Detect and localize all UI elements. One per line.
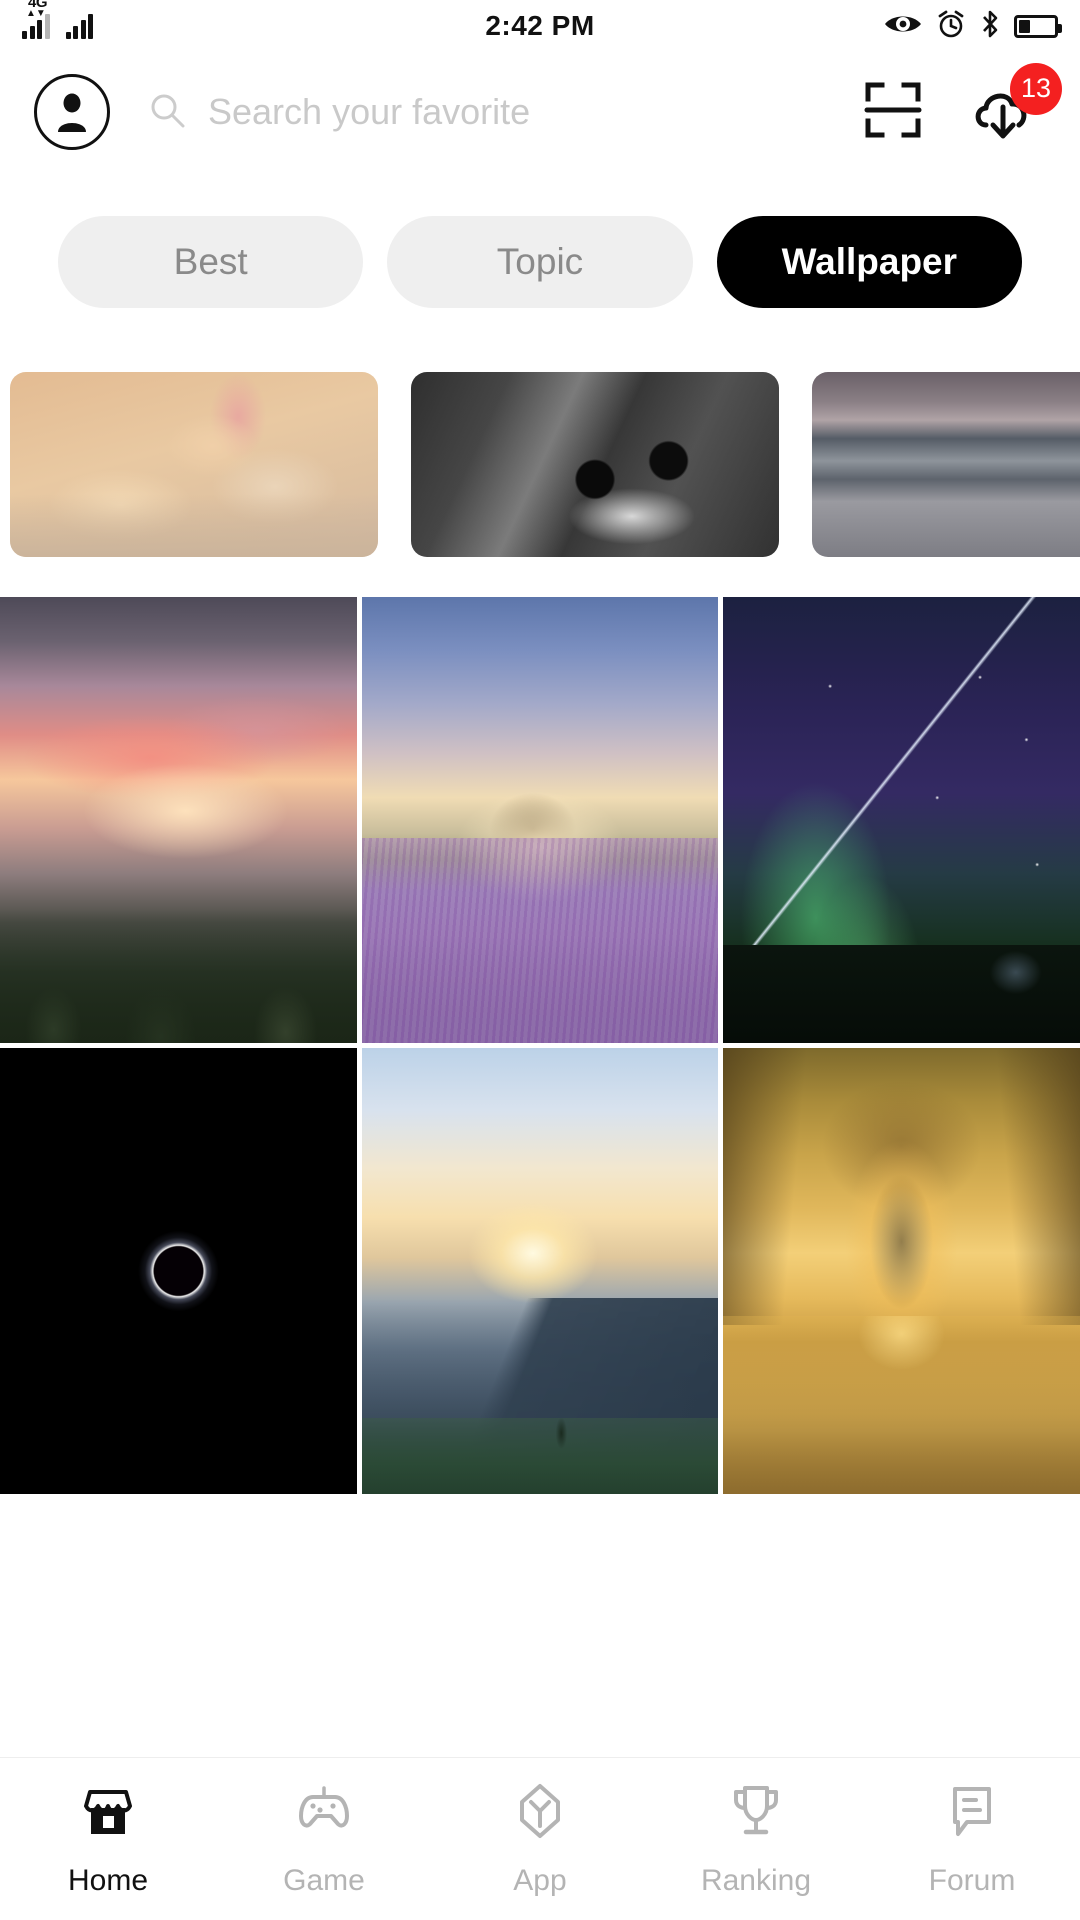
- search-input[interactable]: [208, 91, 862, 133]
- scan-code-icon[interactable]: [862, 79, 924, 146]
- nav-label-home: Home: [67, 1864, 149, 1897]
- nav-label-app: App: [513, 1864, 567, 1897]
- wallpaper-tile-solar-eclipse[interactable]: [0, 1048, 357, 1494]
- header-actions: 13: [862, 62, 1062, 146]
- wallpaper-tile-yosemite-sunset-valley[interactable]: [0, 597, 357, 1043]
- store-icon: [77, 1780, 139, 1847]
- featured-card-cat-sunglasses[interactable]: [411, 372, 779, 557]
- nav-item-app[interactable]: App: [432, 1780, 648, 1898]
- trophy-icon: [725, 1780, 787, 1847]
- nav-label-game: Game: [283, 1864, 365, 1897]
- bottom-navigation-bar: Home Game App Ranking Forum: [0, 1757, 1080, 1920]
- download-count-badge: 13: [1010, 62, 1062, 115]
- tab-best[interactable]: Best: [58, 216, 364, 308]
- app-header: 13: [0, 52, 1080, 172]
- cloud-download-icon[interactable]: 13: [970, 62, 1062, 146]
- nav-item-forum[interactable]: Forum: [864, 1780, 1080, 1898]
- user-avatar-icon[interactable]: [34, 74, 110, 150]
- featured-card-snowy-mountain-lake[interactable]: [812, 372, 1080, 557]
- wallpaper-tile-aurora-night-sky[interactable]: [723, 597, 1080, 1043]
- nav-item-home[interactable]: Home: [0, 1780, 216, 1898]
- featured-card-puppy-and-bunny[interactable]: [10, 372, 378, 557]
- nav-label-ranking: Ranking: [700, 1864, 812, 1897]
- nav-label-forum: Forum: [928, 1864, 1016, 1897]
- wallpaper-tile-lavender-field[interactable]: [361, 597, 719, 1043]
- app-cube-icon: [509, 1780, 571, 1847]
- search-bar[interactable]: [110, 91, 862, 134]
- battery-icon: [1014, 14, 1062, 38]
- wallpaper-grid: [0, 557, 1080, 1494]
- status-bar-clock: 2:42 PM: [485, 10, 595, 41]
- wallpaper-tile-lake-sunrise[interactable]: [361, 1048, 719, 1494]
- tab-wallpaper[interactable]: Wallpaper: [716, 216, 1022, 308]
- status-bar: 4G ▲▼ 2:42 PM: [0, 0, 1080, 52]
- category-tabs: Best Topic Wallpaper: [0, 172, 1080, 308]
- featured-carousel[interactable]: [0, 308, 1080, 557]
- nav-item-game[interactable]: Game: [216, 1780, 432, 1898]
- search-icon: [148, 91, 186, 134]
- speech-bubble-icon: [941, 1780, 1003, 1847]
- nav-item-ranking[interactable]: Ranking: [648, 1780, 864, 1898]
- tab-topic[interactable]: Topic: [387, 216, 693, 308]
- gamepad-icon: [293, 1780, 355, 1847]
- wallpaper-tile-golden-cathedral[interactable]: [723, 1048, 1080, 1494]
